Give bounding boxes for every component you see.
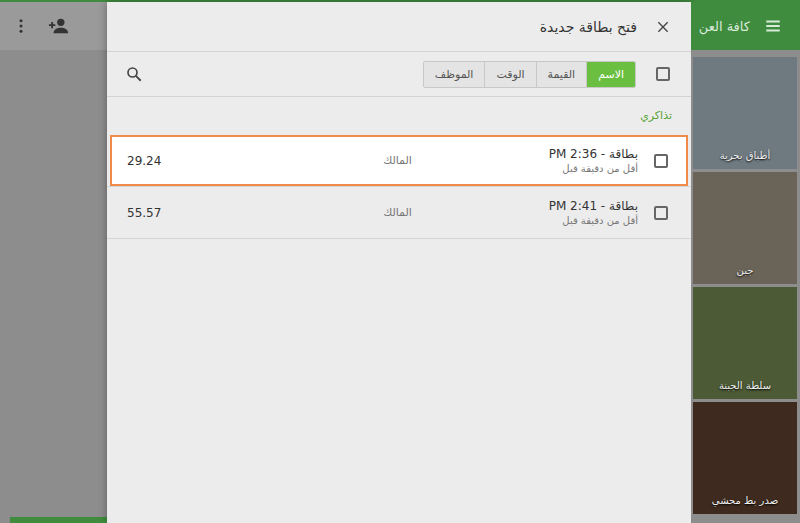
- dialog-title: فتح بطاقة جديدة: [540, 19, 637, 35]
- more-icon[interactable]: [12, 17, 30, 35]
- section-label: تذاكري: [107, 97, 691, 135]
- ticket-employee: المالك: [383, 154, 412, 167]
- ticket-panel: [0, 2, 107, 523]
- ticket-amount: 55.57: [127, 206, 161, 220]
- category-tile[interactable]: جبن: [693, 172, 797, 284]
- sort-tabs: الاسمالقيمةالوقتالموظف: [423, 61, 636, 88]
- ticket-list: بطاقة - 2:36 PM أقل من دقيقة قبل المالك 29.…: [107, 135, 691, 239]
- ticket-amount-cell: 55.57: [127, 206, 383, 220]
- category-tile[interactable]: صدر بط محشي: [693, 402, 797, 514]
- ticket-amount: 29.24: [127, 154, 161, 168]
- row-separator: [107, 186, 691, 187]
- checkbox[interactable]: [654, 206, 668, 220]
- ticket-amount-cell: 29.24: [127, 154, 383, 168]
- app-bar: كافة العن: [691, 2, 800, 50]
- category-label: جبن: [737, 265, 754, 276]
- charge-button[interactable]: [10, 517, 107, 523]
- row-separator: [107, 238, 691, 239]
- ticket-row[interactable]: بطاقة - 2:41 PM أقل من دقيقة قبل المالك 55.…: [110, 187, 688, 238]
- category-label: أطباق بحرية: [720, 150, 771, 161]
- close-icon[interactable]: [655, 19, 671, 35]
- ticket-info: بطاقة - 2:36 PM أقل من دقيقة قبل: [412, 147, 668, 174]
- checkbox[interactable]: [654, 154, 668, 168]
- category-tile[interactable]: أطباق بحرية: [693, 57, 797, 169]
- ticket-name: بطاقة - 2:36 PM: [549, 147, 638, 161]
- dialog-header: فتح بطاقة جديدة: [107, 2, 691, 52]
- app-bar-title: كافة العن: [699, 19, 750, 34]
- sort-tab[interactable]: الموظف: [424, 62, 485, 87]
- ticket-employee: المالك: [383, 206, 412, 219]
- open-ticket-dialog: فتح بطاقة جديدة الاسمالقيمةالوقتالموظف تذا…: [107, 2, 691, 523]
- toolbar: [0, 2, 107, 50]
- ticket-area: [0, 50, 107, 517]
- ticket-age: أقل من دقيقة قبل: [549, 163, 638, 174]
- category-panel: كافة العن أطباق بحرية جبن سلطة الجبنة صدر بط…: [691, 2, 800, 523]
- sort-tab[interactable]: القيمة: [536, 62, 587, 87]
- sort-tab[interactable]: الاسم: [586, 62, 635, 87]
- ticket-name: بطاقة - 2:41 PM: [549, 199, 638, 213]
- category-tile[interactable]: سلطة الجبنة: [693, 287, 797, 399]
- ticket-info: بطاقة - 2:41 PM أقل من دقيقة قبل: [412, 199, 668, 226]
- ticket-age: أقل من دقيقة قبل: [549, 215, 638, 226]
- search-icon[interactable]: [125, 65, 143, 83]
- category-label: سلطة الجبنة: [719, 380, 771, 391]
- add-person-icon[interactable]: [48, 15, 70, 37]
- sort-tab[interactable]: الوقت: [484, 62, 535, 87]
- sort-toolbar: الاسمالقيمةالوقتالموظف: [107, 52, 691, 97]
- category-grid: أطباق بحرية جبن سلطة الجبنة صدر بط محشي: [691, 50, 800, 514]
- ticket-name-block: بطاقة - 2:36 PM أقل من دقيقة قبل: [549, 147, 638, 174]
- category-label: صدر بط محشي: [712, 495, 778, 506]
- checkbox[interactable]: [656, 67, 670, 81]
- ticket-row[interactable]: بطاقة - 2:36 PM أقل من دقيقة قبل المالك 29.…: [110, 135, 688, 186]
- menu-icon[interactable]: [764, 17, 782, 35]
- ticket-name-block: بطاقة - 2:41 PM أقل من دقيقة قبل: [549, 199, 638, 226]
